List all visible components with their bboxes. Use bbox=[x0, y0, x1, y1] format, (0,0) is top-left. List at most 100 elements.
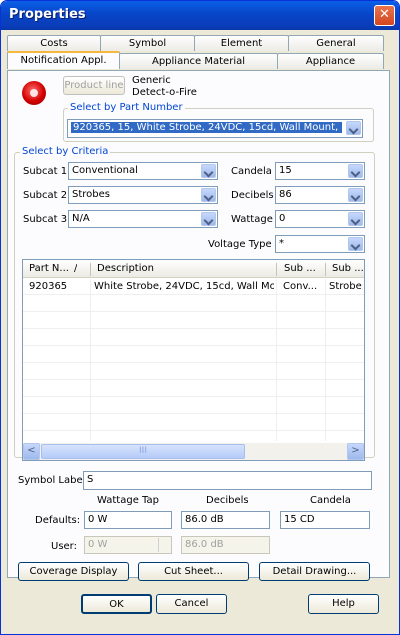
chevron-down-icon[interactable] bbox=[348, 237, 363, 251]
decibels-label: Decibels bbox=[231, 190, 274, 201]
detail-drawing-button[interactable]: Detail Drawing... bbox=[259, 562, 370, 581]
table-row bbox=[23, 330, 364, 346]
default-decibels-field: 86.0 dB bbox=[181, 511, 270, 529]
chevron-down-icon[interactable] bbox=[201, 212, 216, 226]
help-button[interactable]: Help bbox=[308, 594, 379, 614]
table-row bbox=[23, 296, 364, 312]
subcat1-select[interactable]: Conventional bbox=[68, 162, 218, 180]
spinner-icon[interactable] bbox=[158, 538, 170, 552]
tab-label: Appliance bbox=[305, 56, 356, 67]
table-row bbox=[23, 347, 364, 363]
column-header-subcat1[interactable]: Sub ... bbox=[284, 263, 324, 274]
alarm-bell-icon bbox=[22, 81, 46, 105]
candela-header: Candela bbox=[310, 495, 351, 506]
column-header-subcat2[interactable]: Sub ... bbox=[332, 263, 364, 274]
defaults-label: Defaults: bbox=[35, 515, 81, 526]
table-row bbox=[23, 364, 364, 380]
default-wattage-value: 0 W bbox=[88, 514, 108, 525]
tab-appliance-material[interactable]: Appliance Material bbox=[119, 53, 278, 69]
cancel-button[interactable]: Cancel bbox=[156, 594, 227, 614]
properties-window: Properties ✕ Costs Symbol Element Genera… bbox=[0, 0, 400, 635]
tab-notification-appl[interactable]: Notification Appl. bbox=[7, 51, 120, 69]
tab-symbol[interactable]: Symbol bbox=[100, 35, 195, 51]
button-label: Cut Sheet... bbox=[164, 566, 223, 577]
grip-icon: III bbox=[139, 446, 147, 456]
chevron-down-icon[interactable] bbox=[346, 121, 361, 135]
symbol-label-input[interactable]: S bbox=[83, 471, 372, 490]
chevron-left-icon: < bbox=[27, 445, 36, 456]
table-row bbox=[23, 313, 364, 329]
scroll-left-button[interactable]: < bbox=[23, 443, 40, 460]
scroll-thumb[interactable]: III bbox=[41, 444, 245, 459]
button-label: Coverage Display bbox=[29, 566, 118, 577]
button-label: Cancel bbox=[174, 598, 209, 609]
criteria-group-title: Select by Criteria bbox=[20, 146, 111, 157]
candela-label: Candela bbox=[231, 166, 272, 177]
decibels-header: Decibels bbox=[206, 495, 249, 506]
tab-element[interactable]: Element bbox=[194, 35, 289, 51]
window-title: Properties bbox=[9, 7, 86, 22]
column-header-part-number[interactable]: Part N... bbox=[29, 263, 71, 274]
subcat2-value: Strobes bbox=[72, 189, 110, 200]
table-row[interactable]: 920365 White Strobe, 24VDC, 15cd, Wall M… bbox=[23, 279, 364, 295]
table-header: Part N... / Description Sub ... Sub ... bbox=[23, 260, 364, 278]
table-row bbox=[23, 415, 364, 431]
voltage-type-value: * bbox=[279, 238, 284, 249]
tab-label: General bbox=[316, 38, 356, 49]
default-decibels-value: 86.0 dB bbox=[185, 514, 224, 525]
button-label: Help bbox=[332, 598, 355, 609]
candela-select[interactable]: 15 bbox=[275, 162, 365, 180]
tab-costs[interactable]: Costs bbox=[7, 35, 101, 51]
wattage-select[interactable]: 0 bbox=[275, 210, 365, 228]
tab-label: Costs bbox=[40, 38, 68, 49]
ok-button[interactable]: OK bbox=[81, 594, 152, 614]
subcat1-label: Subcat 1 bbox=[23, 166, 68, 177]
wattage-label: Wattage bbox=[231, 214, 273, 225]
table-row bbox=[23, 381, 364, 397]
decibels-value: 86 bbox=[279, 189, 292, 200]
tab-label: Symbol bbox=[128, 38, 167, 49]
voltage-type-label: Voltage Type bbox=[208, 239, 272, 250]
chevron-down-icon[interactable] bbox=[348, 188, 363, 202]
part-number-select[interactable]: 920365, 15, White Strobe, 24VDC, 15cd, W… bbox=[67, 119, 363, 138]
subcat2-label: Subcat 2 bbox=[23, 190, 68, 201]
chevron-down-icon[interactable] bbox=[348, 164, 363, 178]
column-header-description[interactable]: Description bbox=[97, 263, 275, 274]
default-wattage-field: 0 W bbox=[84, 511, 172, 529]
horizontal-scrollbar[interactable]: < III > bbox=[23, 443, 364, 460]
cell-subcat2: Strobe: bbox=[329, 281, 363, 292]
tab-general[interactable]: General bbox=[288, 35, 384, 51]
symbol-label-value: S bbox=[87, 474, 94, 485]
button-label: Product line bbox=[64, 80, 124, 91]
title-bar[interactable]: Properties ✕ bbox=[1, 1, 399, 30]
close-button[interactable]: ✕ bbox=[374, 5, 395, 26]
chevron-down-icon[interactable] bbox=[348, 212, 363, 226]
tab-label: Appliance Material bbox=[151, 56, 245, 67]
chevron-down-icon[interactable] bbox=[201, 188, 216, 202]
subcat3-select[interactable]: N/A bbox=[68, 210, 218, 228]
tab-label: Element bbox=[220, 38, 263, 49]
results-table[interactable]: Part N... / Description Sub ... Sub ... … bbox=[22, 259, 365, 461]
subcat2-select[interactable]: Strobes bbox=[68, 186, 218, 204]
coverage-display-button[interactable]: Coverage Display bbox=[18, 562, 129, 581]
decibels-select[interactable]: 86 bbox=[275, 186, 365, 204]
wattage-tap-header: Wattage Tap bbox=[97, 495, 159, 506]
chevron-down-icon[interactable] bbox=[201, 164, 216, 178]
wattage-value: 0 bbox=[279, 213, 286, 224]
column-divider[interactable] bbox=[325, 263, 326, 276]
cut-sheet-button[interactable]: Cut Sheet... bbox=[138, 562, 249, 581]
manufacturer-name: Detect-o-Fire bbox=[132, 87, 197, 98]
cell-part-number: 920365 bbox=[29, 281, 68, 292]
tab-appliance[interactable]: Appliance bbox=[277, 53, 384, 69]
column-divider[interactable] bbox=[90, 263, 91, 276]
product-line-button[interactable]: Product line bbox=[63, 76, 125, 95]
close-icon: ✕ bbox=[379, 7, 390, 22]
candela-value: 15 bbox=[279, 165, 292, 176]
user-decibels-field[interactable]: 86.0 dB bbox=[181, 536, 270, 554]
user-label: User: bbox=[51, 541, 77, 552]
scroll-right-button[interactable]: > bbox=[347, 443, 364, 460]
voltage-type-select[interactable]: * bbox=[275, 235, 365, 253]
user-wattage-stepper[interactable]: 0 W bbox=[84, 536, 172, 554]
column-divider[interactable] bbox=[276, 263, 277, 276]
table-row bbox=[23, 398, 364, 414]
